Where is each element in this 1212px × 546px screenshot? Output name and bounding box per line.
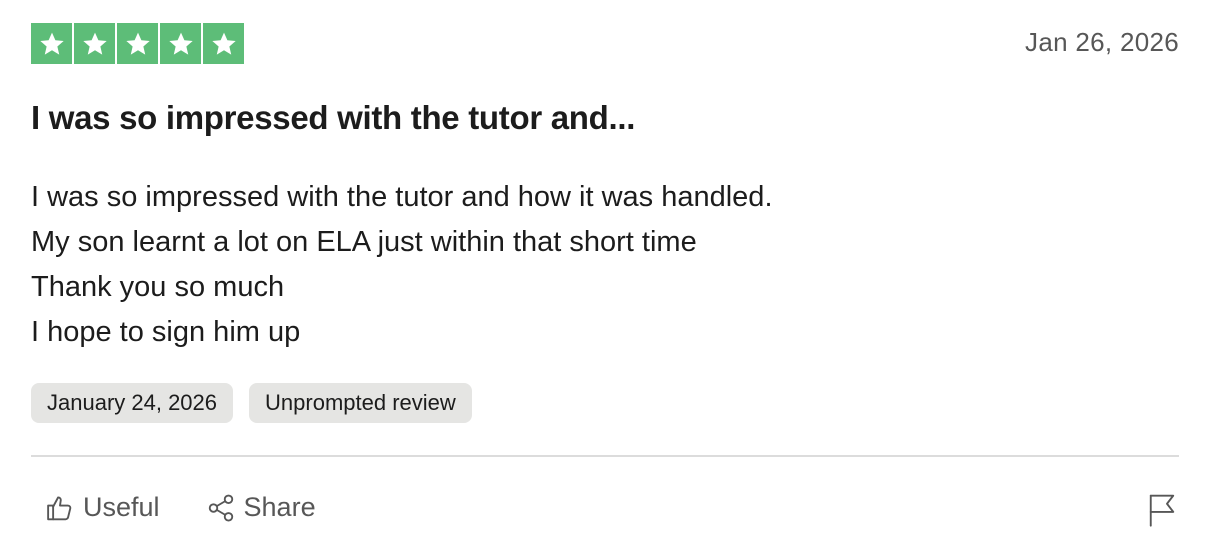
star-icon bbox=[160, 23, 201, 64]
review-body-line: I was so impressed with the tutor and ho… bbox=[31, 181, 773, 213]
review-body-line: My son learnt a lot on ELA just within t… bbox=[31, 226, 697, 258]
flag-icon bbox=[1147, 493, 1177, 527]
useful-button[interactable]: Useful bbox=[45, 492, 160, 523]
divider bbox=[31, 455, 1179, 457]
share-icon bbox=[206, 493, 236, 523]
review-header: Jan 26, 2026 bbox=[31, 23, 1179, 65]
experience-date-badge: January 24, 2026 bbox=[31, 383, 234, 423]
review-date: Jan 26, 2026 bbox=[1025, 27, 1179, 57]
star-icon bbox=[31, 23, 72, 64]
star-icon bbox=[74, 23, 115, 64]
report-button[interactable] bbox=[1147, 493, 1177, 527]
share-label: Share bbox=[243, 492, 316, 522]
share-button[interactable]: Share bbox=[206, 492, 316, 523]
review-body-line: I hope to sign him up bbox=[31, 316, 301, 348]
review-body: I was so impressed with the tutor and ho… bbox=[31, 175, 773, 355]
thumbs-up-icon bbox=[45, 493, 75, 523]
review-body-line: Thank you so much bbox=[31, 271, 285, 303]
star-rating bbox=[31, 23, 244, 64]
star-icon bbox=[203, 23, 244, 64]
review-actions: Useful Share bbox=[45, 492, 316, 523]
review-type-badge: Unprompted review bbox=[249, 383, 472, 423]
star-icon bbox=[117, 23, 158, 64]
review-card: Jan 26, 2026 I was so impressed with the… bbox=[31, 23, 1179, 533]
review-tags: January 24, 2026 Unprompted review bbox=[31, 383, 472, 423]
useful-label: Useful bbox=[83, 492, 160, 522]
review-title: I was so impressed with the tutor and... bbox=[31, 99, 636, 136]
